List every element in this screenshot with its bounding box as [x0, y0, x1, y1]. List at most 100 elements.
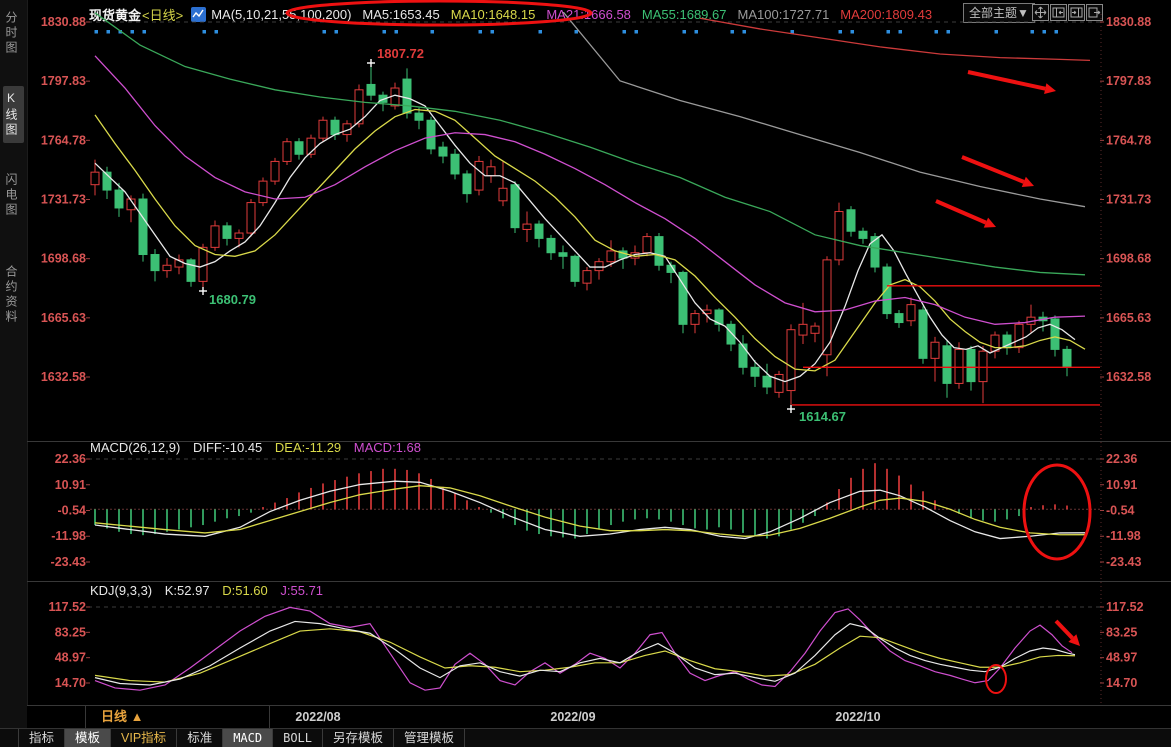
pane-left-icon[interactable]: [1050, 4, 1067, 21]
symbol-name: 现货黄金: [89, 5, 141, 24]
kdj-d-value: D:51.60: [222, 583, 268, 598]
svg-text:1680.79: 1680.79: [209, 292, 256, 307]
svg-text:117.52: 117.52: [48, 600, 86, 614]
svg-text:83.25: 83.25: [1106, 625, 1137, 639]
kdj-k-value: K:52.97: [165, 583, 210, 598]
ma-line-ma100: [558, 6, 1085, 207]
svg-text:1797.83: 1797.83: [41, 74, 86, 88]
macd-diff-line: [95, 481, 1085, 538]
macd-macd-value: MACD:1.68: [354, 440, 421, 455]
bottom-tabbar: 指标模板VIP指标标准MACDBOLL另存模板管理模板: [0, 728, 1171, 747]
svg-text:1764.78: 1764.78: [1106, 133, 1151, 147]
ma21-value: MA21:1666.58: [546, 7, 631, 22]
pane-right-icon[interactable]: [1068, 4, 1085, 21]
svg-text:48.97: 48.97: [1106, 651, 1137, 665]
svg-text:1797.83: 1797.83: [1106, 74, 1151, 88]
macd-diff-value: DIFF:-10.45: [193, 440, 262, 455]
svg-text:-23.43: -23.43: [51, 555, 86, 569]
kdj-d-line: [95, 629, 1075, 682]
svg-text:-0.54: -0.54: [58, 504, 87, 518]
xaxis-month-label: 2022/10: [835, 706, 880, 728]
drawn-annotations-layer[interactable]: [287, 1, 1100, 693]
kdj-j-line: [95, 607, 1072, 690]
svg-text:1632.58: 1632.58: [41, 370, 86, 384]
candlestick-chart-icon: [191, 7, 206, 22]
drawn-ellipse: [986, 665, 1006, 693]
candles-layer: [91, 63, 1071, 409]
macd-dea-value: DEA:-11.29: [275, 440, 341, 455]
tab-模板[interactable]: 模板: [65, 729, 111, 747]
ma-line-ma21: [95, 56, 1085, 325]
price-annotations-layer: 1807.72 1680.79 1614.67: [199, 46, 846, 424]
drawn-arrow: [936, 201, 986, 223]
period-indicator: <日线>: [142, 5, 183, 24]
tab-BOLL[interactable]: BOLL: [273, 729, 323, 747]
kdj-j-value: J:55.71: [280, 583, 323, 598]
period-selector-cell[interactable]: 日线 ▲: [85, 706, 270, 728]
kdj-layer: [95, 607, 1075, 690]
ma100-value: MA100:1727.71: [738, 7, 830, 22]
kdj-title: KDJ(9,3,3): [90, 583, 152, 598]
kline-chart[interactable]: 1830.881830.881797.831797.831764.781764.…: [0, 0, 1171, 747]
drawn-ellipse: [1024, 465, 1090, 559]
svg-text:1698.68: 1698.68: [41, 252, 86, 266]
svg-text:22.36: 22.36: [55, 452, 86, 466]
kdj-k-line: [95, 621, 1075, 685]
sidebar-item-contract-info[interactable]: 合约资料: [3, 260, 24, 330]
drawn-arrow: [968, 72, 1045, 89]
ma55-value: MA55:1689.67: [642, 7, 727, 22]
tab-VIP指标[interactable]: VIP指标: [111, 729, 177, 747]
sidebar-item-kline-chart[interactable]: K线图: [3, 86, 24, 143]
svg-text:-11.98: -11.98: [51, 529, 86, 543]
gridlines-layer: [27, 14, 1171, 703]
chart-header: 现货黄金 <日线> MA(5,10,21,55,100,200) MA5:165…: [27, 0, 1171, 28]
tab-指标[interactable]: 指标: [18, 729, 65, 747]
svg-text:1764.78: 1764.78: [41, 133, 86, 147]
sidebar-item-lightning-chart[interactable]: 闪电图: [3, 168, 24, 223]
ma-line-ma5: [95, 95, 1075, 381]
ma10-value: MA10:1648.15: [451, 7, 536, 22]
move-icon[interactable]: [1032, 4, 1049, 21]
ma200-value: MA200:1809.43: [840, 7, 932, 22]
ma-formula: MA(5,10,21,55,100,200): [211, 7, 351, 22]
event-dots-layer: [95, 30, 1059, 34]
svg-text:83.25: 83.25: [55, 625, 86, 639]
macd-panel-header: MACD(26,12,9) DIFF:-10.45 DEA:-11.29 MAC…: [90, 440, 430, 455]
svg-text:1614.67: 1614.67: [799, 409, 846, 424]
svg-text:22.36: 22.36: [1106, 452, 1137, 466]
left-sidebar: 分时图 K线图闪电图合约资料: [0, 0, 28, 747]
ma-lines-layer: [95, 6, 1090, 382]
svg-text:1665.63: 1665.63: [41, 311, 86, 325]
theme-dropdown-button[interactable]: 全部主题▼: [963, 3, 1035, 23]
tab-MACD[interactable]: MACD: [223, 729, 273, 747]
macd-layer: [90, 463, 1100, 538]
trading-terminal: 分时图 K线图闪电图合约资料 现货黄金 <日线> MA(5,10,21,55,10…: [0, 0, 1171, 747]
svg-text:1665.63: 1665.63: [1106, 311, 1151, 325]
kdj-panel-header: KDJ(9,3,3) K:52.97 D:51.60 J:55.71: [90, 583, 332, 598]
ma5-value: MA5:1653.45: [362, 7, 439, 22]
svg-text:1632.58: 1632.58: [1106, 370, 1151, 384]
time-axis-row: 日线 ▲ 2022/082022/092022/10: [27, 705, 1171, 729]
tab-管理模板[interactable]: 管理模板: [394, 729, 465, 747]
svg-text:10.91: 10.91: [55, 478, 86, 492]
svg-text:10.91: 10.91: [1106, 478, 1137, 492]
drawn-arrow: [1056, 621, 1072, 638]
xaxis-month-label: 2022/08: [295, 706, 340, 728]
ma-line-ma55: [95, 13, 1085, 275]
svg-text:14.70: 14.70: [1106, 676, 1137, 690]
ma-line-ma10: [95, 110, 1085, 371]
svg-text:-11.98: -11.98: [1106, 529, 1141, 543]
svg-text:1731.73: 1731.73: [1106, 193, 1151, 207]
drawn-arrow: [962, 157, 1024, 182]
svg-text:1807.72: 1807.72: [377, 46, 424, 61]
svg-text:117.52: 117.52: [1106, 600, 1144, 614]
tab-另存模板[interactable]: 另存模板: [323, 729, 394, 747]
svg-text:1698.68: 1698.68: [1106, 252, 1151, 266]
svg-text:1731.73: 1731.73: [41, 193, 86, 207]
svg-text:-23.43: -23.43: [1106, 555, 1141, 569]
svg-text:-0.54: -0.54: [1106, 504, 1135, 518]
sidebar-item-time-chart[interactable]: 分时图: [3, 6, 24, 61]
pane-export-icon[interactable]: [1086, 4, 1103, 21]
tab-标准[interactable]: 标准: [177, 729, 223, 747]
macd-dea-line: [95, 486, 1085, 537]
